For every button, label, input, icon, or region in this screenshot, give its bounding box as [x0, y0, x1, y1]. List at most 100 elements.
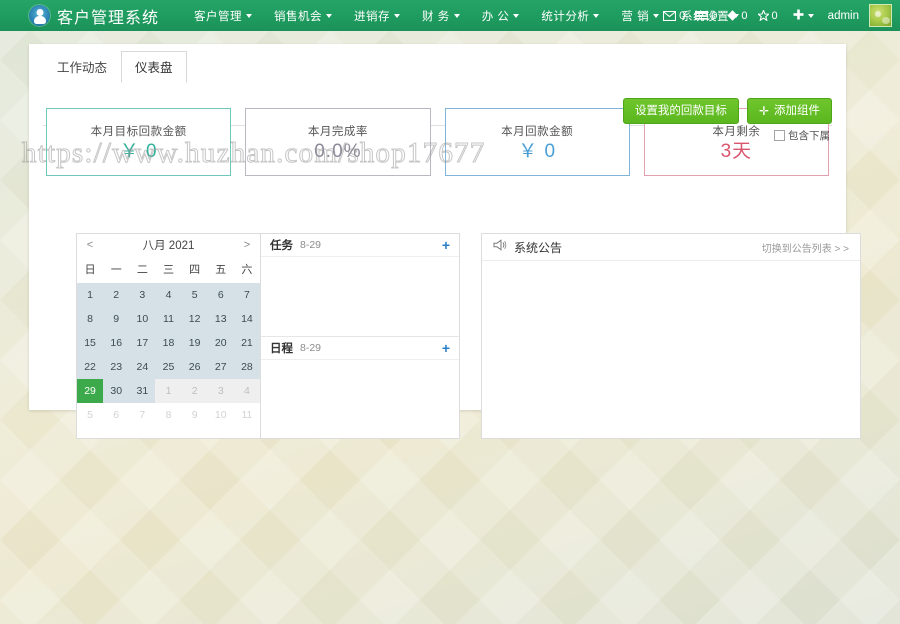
calendar-day[interactable]: 20	[207, 331, 234, 355]
calendar-day[interactable]: 19	[181, 331, 208, 355]
calendar-day: 9	[181, 403, 208, 427]
favorites-indicator[interactable]: 0	[755, 10, 781, 22]
add-widget-button[interactable]: ✛ 添加组件	[746, 98, 832, 125]
add-task-plus-icon[interactable]: +	[442, 238, 450, 252]
quick-add-button[interactable]	[785, 7, 818, 25]
plus-icon: ✛	[758, 104, 769, 119]
tab-work-dynamics[interactable]: 工作动态	[43, 51, 121, 83]
calendar-day-today[interactable]: 29	[77, 379, 104, 403]
username-label[interactable]: admin	[822, 10, 865, 22]
diamond-icon	[727, 10, 739, 21]
approvals-indicator[interactable]: 0	[724, 10, 750, 22]
calendar-day[interactable]: 3	[207, 379, 234, 403]
calendar-day[interactable]: 1	[77, 283, 104, 307]
approvals-count: 0	[741, 9, 748, 22]
calendar-title: 八月 2021	[142, 240, 195, 252]
calendar-day[interactable]: 8	[77, 307, 104, 331]
include-subordinates-checkbox[interactable]	[774, 130, 785, 141]
calendar-day[interactable]: 18	[155, 331, 182, 355]
calendar-day[interactable]: 15	[77, 331, 104, 355]
calendar-day[interactable]: 7	[233, 283, 260, 307]
calendar-day[interactable]: 17	[129, 331, 156, 355]
nav-item-office[interactable]: 办 公	[471, 0, 531, 31]
card-value: 3天	[720, 140, 753, 162]
calendar-day: 8	[155, 403, 182, 427]
calendar-day[interactable]: 27	[207, 355, 234, 379]
calendar-day[interactable]: 2	[181, 379, 208, 403]
card-label: 本月剩余	[712, 125, 761, 138]
set-payment-goal-button[interactable]: 设置我的回款目标	[622, 98, 739, 125]
topbar-right-area: 0 0 0 0 admin	[660, 0, 892, 31]
calendar-day-grid: 1 2 3 4 5 6 7 8 9 10 11 12 13 14 15 16 17 18 19 20 21 22 23 24 2…	[77, 283, 260, 427]
chevron-down-icon	[513, 13, 520, 18]
calendar-day[interactable]: 10	[129, 307, 156, 331]
calendar-day[interactable]: 2	[103, 283, 130, 307]
calendar-day[interactable]: 26	[181, 355, 208, 379]
calendar-day[interactable]: 21	[233, 331, 260, 355]
stat-card-target-amount[interactable]: 本月目标回款金额 ￥ 0	[46, 108, 232, 176]
messages-indicator[interactable]: 0	[660, 10, 688, 22]
nav-item-inventory[interactable]: 进销存	[343, 0, 411, 31]
card-label: 本月回款金额	[501, 125, 574, 138]
messages-count: 0	[679, 9, 686, 22]
calendar-day[interactable]: 23	[103, 355, 130, 379]
chevron-left-icon[interactable]: <	[84, 239, 96, 251]
nav-item-customer-management[interactable]: 客户管理	[183, 0, 263, 31]
envelope-icon	[663, 10, 677, 21]
schedule-date: 8-29	[300, 341, 322, 354]
calendar-day[interactable]: 12	[181, 307, 208, 331]
megaphone-icon	[493, 238, 507, 256]
stat-card-received-amount[interactable]: 本月回款金额 ￥ 0	[444, 108, 630, 176]
calendar-day[interactable]: 25	[155, 355, 182, 379]
calendar-day[interactable]: 1	[155, 379, 182, 403]
calendar-day[interactable]: 31	[129, 379, 156, 403]
task-block: 任务 8-29 +	[261, 234, 459, 336]
card-value: ￥ 0	[518, 140, 557, 162]
calendar-day[interactable]: 11	[155, 307, 182, 331]
tab-bar: 工作动态 仪表盘	[43, 51, 846, 83]
calendar-day[interactable]: 22	[77, 355, 104, 379]
calendar-day[interactable]: 5	[181, 283, 208, 307]
add-schedule-plus-icon[interactable]: +	[442, 341, 450, 355]
calendar-day[interactable]: 13	[207, 307, 234, 331]
brand[interactable]: 客户管理系统	[29, 4, 159, 28]
calendar-day[interactable]: 14	[233, 307, 260, 331]
calendar-day[interactable]: 4	[233, 379, 260, 403]
chevron-down-icon	[246, 13, 253, 18]
add-widget-label: 添加组件	[774, 105, 820, 117]
nav-item-sales-opportunity[interactable]: 销售机会	[263, 0, 343, 31]
list-icon	[695, 10, 709, 21]
stat-card-completion-rate[interactable]: 本月完成率 0.0%	[245, 108, 431, 176]
calendar-day[interactable]: 9	[103, 307, 130, 331]
card-value: 0.0%	[314, 140, 362, 162]
nav-item-finance[interactable]: 财 务	[411, 0, 471, 31]
nav-item-statistics[interactable]: 统计分析	[530, 0, 610, 31]
calendar-day[interactable]: 3	[129, 283, 156, 307]
calendar-day[interactable]: 30	[103, 379, 130, 403]
calendar-day[interactable]: 4	[155, 283, 182, 307]
calendar-day[interactable]: 6	[207, 283, 234, 307]
nav-label: 客户管理	[194, 10, 243, 23]
calendar-weekday: 日	[77, 256, 104, 283]
set-goal-label: 设置我的回款目标	[634, 105, 727, 117]
calendar-header: < 八月 2021 >	[77, 234, 260, 256]
chevron-down-icon	[394, 13, 401, 18]
card-value: ￥ 0	[119, 140, 158, 162]
dashboard-panel: 工作动态 仪表盘 设置我的回款目标 ✛ 添加组件 包含下属 本月目标回款金额 ￥…	[29, 44, 861, 439]
star-icon	[757, 10, 769, 21]
plus-icon	[793, 7, 804, 25]
calendar-weekday: 六	[233, 256, 260, 283]
tab-dashboard[interactable]: 仪表盘	[121, 51, 187, 83]
calendar-day[interactable]: 24	[129, 355, 156, 379]
switch-to-announcement-list-link[interactable]: 切换到公告列表 > >	[762, 240, 849, 255]
task-schedule-widget: 任务 8-29 + 日程 8-29 +	[261, 233, 460, 439]
avatar-icon[interactable]	[869, 4, 892, 27]
announcement-widget: 系统公告 切换到公告列表 > >	[481, 233, 861, 439]
chevron-down-icon	[593, 13, 600, 18]
tasks-indicator[interactable]: 0	[692, 10, 720, 22]
calendar-day[interactable]: 28	[233, 355, 260, 379]
widget-row: < 八月 2021 > 日 一 二 三 四 五 六 1 2 3 4 5 6 7 8 9 10 11 1…	[76, 233, 861, 439]
include-subordinates-option[interactable]: 包含下属	[774, 128, 830, 143]
chevron-right-icon[interactable]: >	[241, 239, 253, 251]
calendar-day[interactable]: 16	[103, 331, 130, 355]
